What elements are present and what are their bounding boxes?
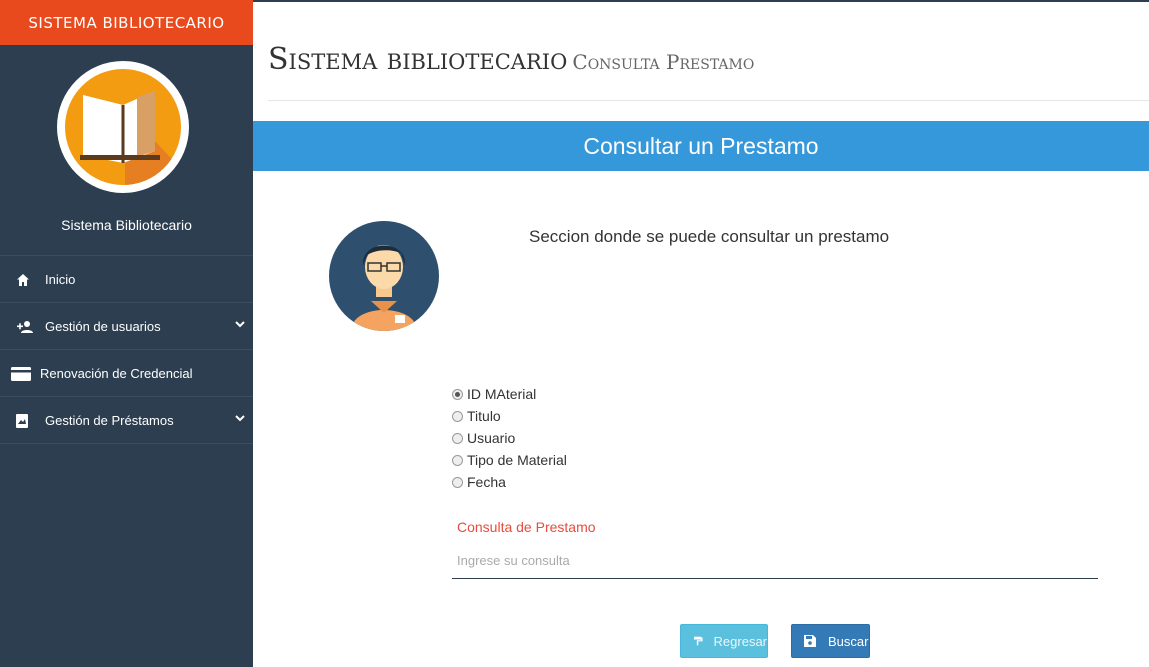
search-button-label: Buscar (828, 633, 869, 649)
profile-name: Sistema Bibliotecario (61, 217, 192, 233)
radio-id-material[interactable]: ID MAterial (452, 383, 567, 405)
back-button-label: Regresar (713, 633, 767, 649)
sidebar-item-label: Renovación de Credencial (40, 366, 193, 381)
sidebar-profile: Sistema Bibliotecario (0, 45, 253, 256)
sidebar-brand[interactable]: SISTEMA BIBLIOTECARIO (0, 0, 253, 45)
page-title: Sistema bibliotecario Consulta Prestamo (268, 42, 754, 77)
radio-usuario[interactable]: Usuario (452, 427, 567, 449)
radio-fecha[interactable]: Fecha (452, 471, 567, 493)
radio-button[interactable] (452, 410, 463, 422)
save-icon (804, 635, 816, 647)
chevron-down-icon (235, 321, 245, 328)
sidebar-item-label: Gestión de Préstamos (45, 413, 174, 428)
page-title-main: Sistema bibliotecario (268, 42, 568, 77)
sidebar: SISTEMA BIBLIOTECARIO Sistema Biblioteca… (0, 0, 253, 667)
radio-button[interactable] (452, 388, 463, 400)
sidebar-item-usuarios[interactable]: Gestión de usuarios (0, 303, 253, 350)
paint-roller-icon (694, 636, 703, 646)
header-divider (268, 100, 1149, 101)
search-criteria-group: ID MAterial Titulo Usuario Tipo de Mater… (452, 383, 567, 493)
back-button[interactable]: Regresar (680, 624, 768, 658)
library-logo (65, 69, 181, 185)
page-subtitle: Consulta Prestamo (572, 50, 755, 74)
panel-header: Consultar un Prestamo (253, 121, 1149, 171)
radio-button[interactable] (452, 454, 463, 466)
search-button[interactable]: Buscar (791, 624, 870, 658)
query-field-label: Consulta de Prestamo (457, 519, 596, 535)
credit-card-icon (11, 367, 31, 381)
home-icon (17, 274, 29, 286)
user-avatar (329, 221, 439, 331)
top-border (253, 0, 1149, 2)
query-input[interactable] (452, 542, 1098, 579)
sidebar-item-inicio[interactable]: Inicio (0, 256, 253, 303)
sidebar-item-label: Gestión de usuarios (45, 319, 161, 334)
radio-button[interactable] (452, 432, 463, 444)
add-user-icon (17, 321, 33, 333)
radio-label: Tipo de Material (467, 452, 567, 468)
radio-button[interactable] (452, 476, 463, 488)
radio-label: Titulo (467, 408, 501, 424)
radio-label: ID MAterial (467, 386, 537, 402)
chevron-down-icon (235, 415, 245, 422)
sidebar-item-prestamos[interactable]: Gestión de Préstamos (0, 397, 253, 444)
radio-tipo-material[interactable]: Tipo de Material (452, 449, 567, 471)
radio-label: Usuario (467, 430, 516, 446)
sidebar-item-label: Inicio (45, 272, 76, 287)
book-image-icon (16, 414, 28, 428)
section-description: Seccion donde se puede consultar un pres… (529, 227, 890, 246)
radio-label: Fecha (467, 474, 506, 490)
radio-titulo[interactable]: Titulo (452, 405, 567, 427)
sidebar-item-credencial[interactable]: Renovación de Credencial (0, 350, 253, 397)
